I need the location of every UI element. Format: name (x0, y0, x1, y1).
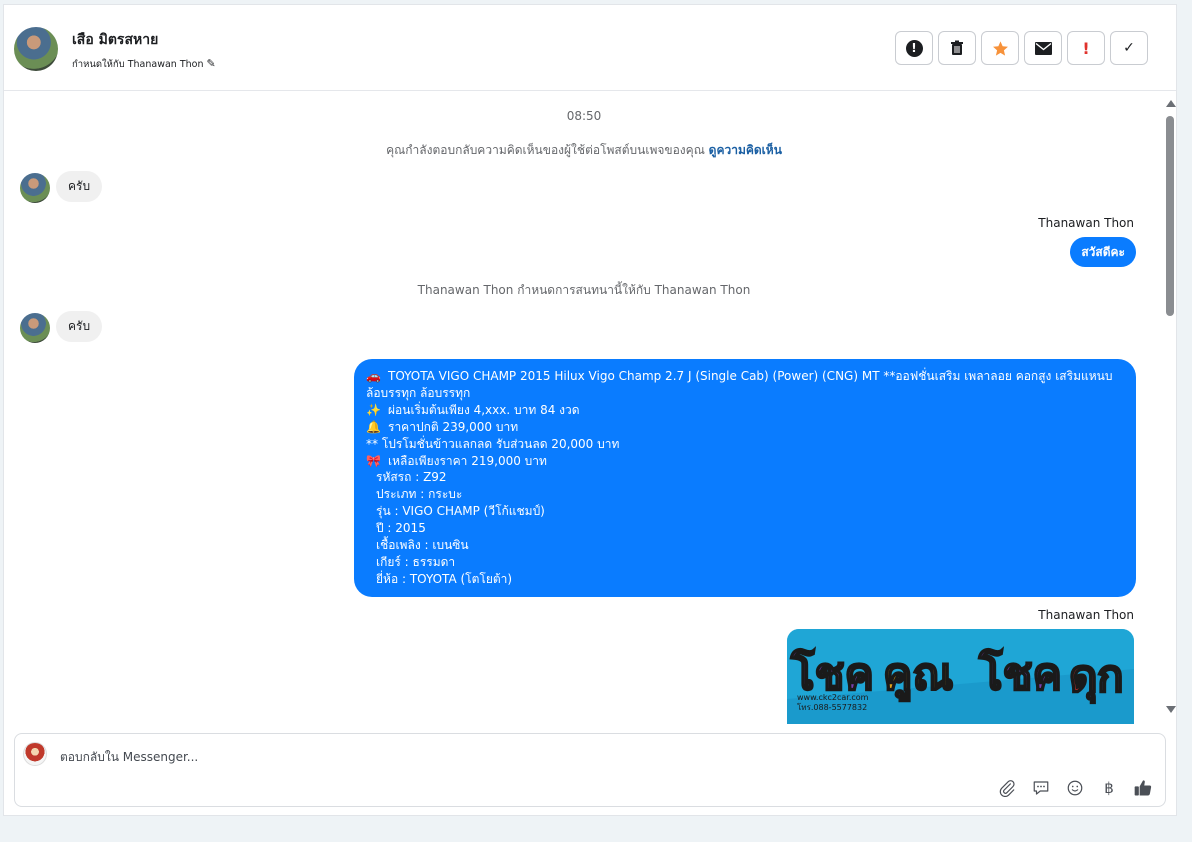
inbox-panel: เสือ มิตรสหาย กำหนดให้กับ Thanawan Thon ✎… (3, 4, 1177, 816)
listing-line: 🚗 TOYOTA VIGO CHAMP 2015 Hilux Vigo Champ… (366, 369, 1113, 400)
pencil-icon[interactable]: ✎ (207, 57, 216, 70)
like-icon (1134, 780, 1152, 796)
mark-done-button[interactable]: ✓ (1110, 31, 1148, 65)
page-footer-strip (0, 817, 1192, 842)
contact-avatar[interactable] (14, 27, 58, 71)
listing-line: ปี : 2015 (376, 521, 426, 536)
listing-line: ประเภท : กระบะ (376, 487, 463, 502)
message-thread[interactable]: 08:50 คุณกำลังตอบกลับความคิดเห็นของผู้ใช… (4, 92, 1164, 724)
svg-text:ก: ก (1097, 651, 1124, 702)
emoji-button[interactable] (1065, 778, 1085, 798)
listing-line: รุ่น : VIGO CHAMP (วีโก้แชมป์) (376, 504, 545, 519)
car-icon: 🚗 (366, 369, 381, 383)
incoming-message[interactable]: ครับ (56, 311, 103, 342)
listing-line: 🔔 ราคาปกติ 239,000 บาท (366, 419, 519, 434)
svg-text:ดุ: ดุ (1069, 651, 1098, 704)
attach-button[interactable] (997, 778, 1017, 798)
listing-line: ** โปรโมชั่นข้าวแลกลด รับส่วนลด 20,000 บ… (366, 436, 620, 451)
message-timestamp: 08:50 (566, 109, 602, 123)
listing-line: 🎀 เหลือเพียงราคา 219,000 บาท (366, 453, 547, 468)
listing-message[interactable]: 🚗 TOYOTA VIGO CHAMP 2015 Hilux Vigo Champ… (354, 359, 1136, 597)
like-button[interactable] (1133, 778, 1153, 798)
action-toolbar: ! ! ✓ (895, 31, 1148, 65)
incoming-message[interactable]: ครับ (56, 171, 103, 202)
svg-text:www.ckc2car.com: www.ckc2car.com (797, 693, 869, 702)
svg-text:โทร.088-5577832: โทร.088-5577832 (797, 702, 867, 712)
scroll-up-arrow-icon[interactable] (1166, 100, 1176, 107)
listing-line: รหัสรถ : Z92 (376, 470, 447, 485)
listing-line: เชื้อเพลิง : เบนซิน (376, 538, 469, 553)
saved-reply-icon (1033, 781, 1049, 795)
reply-input[interactable]: ตอบกลับใน Messenger... (60, 748, 198, 767)
mail-icon (1034, 41, 1052, 55)
delete-button[interactable] (938, 31, 976, 65)
reply-notice-text: คุณกำลังตอบกลับความคิดเห็นของผู้ใช้ต่อโพ… (386, 143, 705, 157)
scroll-down-arrow-icon[interactable] (1166, 706, 1176, 713)
ad-banner-image: โชค คูณ โชค ดุ ก www.ckc2car.com โทร.088… (787, 629, 1134, 724)
scroll-thumb[interactable] (1166, 116, 1174, 316)
svg-text:คูณ: คูณ (883, 649, 953, 701)
check-icon: ✓ (1123, 40, 1135, 56)
follow-up-button[interactable]: ! (1067, 31, 1105, 65)
image-attachment[interactable]: โชค คูณ โชค ดุ ก www.ckc2car.com โทร.088… (787, 629, 1134, 724)
paperclip-icon (999, 780, 1015, 797)
conversation-header: เสือ มิตรสหาย กำหนดให้กับ Thanawan Thon ✎… (4, 5, 1176, 91)
assigned-to[interactable]: กำหนดให้กับ Thanawan Thon ✎ (72, 57, 216, 72)
star-icon (992, 40, 1008, 56)
sparkles-icon: ✨ (366, 402, 381, 417)
assigned-text: กำหนดให้กับ Thanawan Thon (72, 59, 204, 70)
sender-name: Thanawan Thon (1038, 216, 1134, 230)
alert-circle-icon: ! (905, 39, 923, 57)
page-avatar (23, 742, 47, 766)
trash-icon (951, 40, 963, 55)
composer-tools: ฿ (997, 778, 1153, 798)
listing-line: ยี่ห้อ : TOYOTA (โตโยต้า) (376, 571, 513, 586)
saved-reply-button[interactable] (1031, 778, 1051, 798)
sender-name: Thanawan Thon (1038, 608, 1134, 622)
mark-unread-button[interactable] (1024, 31, 1062, 65)
mark-spam-button[interactable]: ! (895, 31, 933, 65)
listing-line: ✨ ผ่อนเริ่มต้นเพียง 4,xxx. บาท 84 งวด (366, 402, 580, 417)
outgoing-message[interactable]: สวัสดีคะ (1070, 237, 1136, 267)
listing-line: เกียร์ : ธรรมดา (376, 554, 456, 569)
reply-composer[interactable]: ตอบกลับใน Messenger... ฿ (14, 733, 1166, 807)
star-button[interactable] (981, 31, 1019, 65)
bell-icon: 🔔 (366, 419, 381, 434)
payment-button[interactable]: ฿ (1099, 778, 1119, 798)
baht-icon: ฿ (1104, 779, 1114, 797)
contact-name[interactable]: เสือ มิตรสหาย (72, 29, 158, 51)
thread-scrollbar[interactable] (1164, 96, 1178, 724)
svg-text:โชค: โชค (978, 647, 1062, 700)
assignment-notice: Thanawan Thon กำหนดการสนทนานี้ให้กับ Tha… (417, 283, 751, 297)
contact-avatar-small (20, 313, 50, 343)
reply-notice: คุณกำลังตอบกลับความคิดเห็นของผู้ใช้ต่อโพ… (4, 141, 1164, 160)
emoji-icon (1067, 780, 1083, 796)
view-comment-link[interactable]: ดูความคิดเห็น (709, 143, 782, 157)
contact-avatar-small (20, 173, 50, 203)
ribbon-icon: 🎀 (366, 453, 381, 468)
exclamation-icon: ! (1082, 38, 1090, 58)
